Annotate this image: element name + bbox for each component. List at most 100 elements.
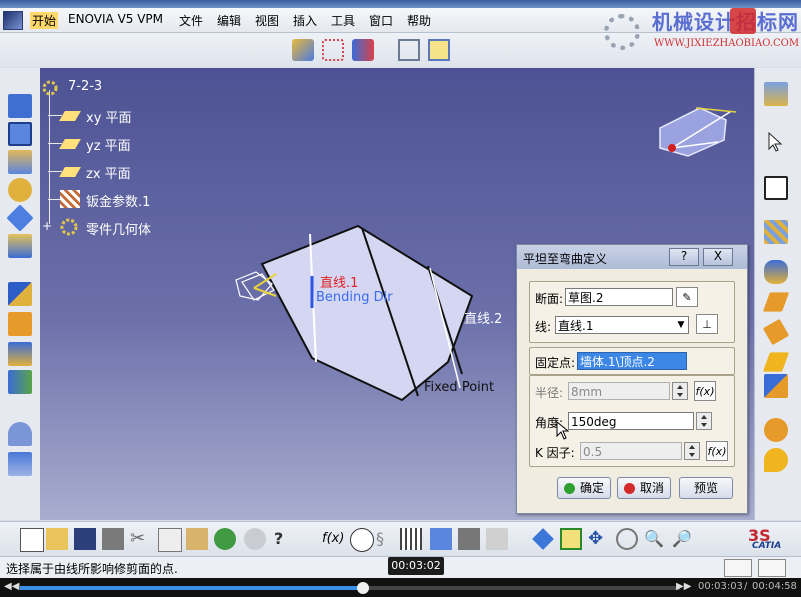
cut-icon[interactable]: ✂ <box>130 528 152 550</box>
rotate-icon[interactable] <box>616 528 638 550</box>
status-box-1[interactable] <box>724 559 752 577</box>
save-icon[interactable] <box>74 528 96 550</box>
menu-file[interactable]: 文件 <box>179 12 203 29</box>
menu-tools[interactable]: 工具 <box>331 12 355 29</box>
radius-formula-button[interactable]: f(x) <box>694 381 716 401</box>
dialog-titlebar[interactable]: 平坦至弯曲定义 ? X <box>517 245 747 269</box>
tear-drop-icon[interactable] <box>762 352 790 372</box>
tree-item-label: 钣金参数.1 <box>86 195 151 210</box>
measure-icon[interactable] <box>292 39 314 61</box>
catalog-browser-icon[interactable] <box>486 528 508 550</box>
expand-plus-icon[interactable]: + <box>42 220 52 232</box>
unfold-icon[interactable] <box>8 282 32 306</box>
menu-window[interactable]: 窗口 <box>369 12 393 29</box>
axis-select-icon[interactable]: ⊥ <box>696 314 718 334</box>
copy-icon[interactable] <box>158 528 182 552</box>
menu-enovia[interactable]: ENOVIA V5 VPM <box>68 12 163 26</box>
undo-icon[interactable] <box>214 528 236 550</box>
flat-to-bend-dialog: 平坦至弯曲定义 ? X 断面: 草图.2 ✎ 线: 直线.1 ▼ ⊥ 固定点: … <box>516 244 748 514</box>
recognize-icon[interactable] <box>764 260 788 284</box>
ok-button[interactable]: 确定 <box>557 477 611 499</box>
redo-icon[interactable] <box>244 528 266 550</box>
point-to-point-icon[interactable] <box>764 448 788 472</box>
catalog-icon[interactable] <box>428 39 450 61</box>
watermark-url: WWW.JIXIEZHAOBIAO.COM <box>654 38 800 49</box>
stamp-icon[interactable] <box>8 342 32 366</box>
menu-view[interactable]: 视图 <box>255 12 279 29</box>
formula-icon[interactable]: f(x) <box>322 528 344 550</box>
wall-icon[interactable] <box>8 94 32 118</box>
fly-icon[interactable] <box>532 528 554 550</box>
kfactor-field[interactable]: 0.5 <box>580 442 682 460</box>
sheetmetal-workbench-icon[interactable] <box>764 82 788 106</box>
catia-app-icon[interactable] <box>3 11 23 30</box>
zoom-in-icon[interactable]: 🔍 <box>644 528 666 550</box>
hem-icon[interactable] <box>762 318 790 346</box>
swept-flange-icon[interactable] <box>764 374 788 398</box>
sheetmetal-params-icon[interactable] <box>764 220 788 244</box>
kfactor-spinner[interactable] <box>684 442 700 460</box>
instantiate-icon[interactable] <box>430 528 452 550</box>
profile-group: 断面: 草图.2 ✎ 线: 直线.1 ▼ ⊥ <box>529 281 735 343</box>
radius-field[interactable]: 8mm <box>568 382 670 400</box>
menu-help[interactable]: 帮助 <box>407 12 431 29</box>
progress-knob[interactable] <box>357 582 370 594</box>
angle-field[interactable]: 150deg <box>568 412 694 430</box>
bend-icon[interactable] <box>8 150 32 174</box>
preview-button[interactable]: 预览 <box>679 477 733 499</box>
menu-start[interactable]: 开始 <box>30 12 59 29</box>
design-table-icon[interactable] <box>400 528 422 550</box>
knowledge-icon[interactable]: § <box>376 528 398 550</box>
cut-out-icon[interactable] <box>8 312 32 336</box>
watermark-brand: 机械设计招标网 WWW.JIXIEZHAOBIAO.COM <box>600 0 801 60</box>
pattern-icon[interactable] <box>322 39 344 61</box>
menu-edit[interactable]: 编辑 <box>217 12 241 29</box>
menu-insert[interactable]: 插入 <box>293 12 317 29</box>
profile-field[interactable]: 草图.2 <box>565 288 673 306</box>
zoom-out-icon[interactable]: 🔎 <box>672 528 694 550</box>
fixed-point-field[interactable]: 墙体.1\顶点.2 <box>577 352 687 370</box>
extrusion-icon[interactable] <box>8 178 32 202</box>
fast-forward-icon[interactable]: ▶▶ <box>676 581 691 592</box>
kfactor-formula-button[interactable]: f(x) <box>706 441 728 461</box>
chevron-down-icon[interactable]: ▼ <box>676 318 686 332</box>
gear-icon <box>604 14 640 50</box>
mirror-icon[interactable] <box>8 452 32 476</box>
open-folder-icon[interactable] <box>46 528 68 550</box>
help-button[interactable]: ? <box>669 248 699 266</box>
sketch-edit-icon[interactable]: ✎ <box>676 287 698 307</box>
status-box-2[interactable] <box>758 559 786 577</box>
corner-icon[interactable] <box>8 370 32 394</box>
whats-this-icon[interactable]: ? <box>274 528 296 550</box>
rolled-wall-icon[interactable] <box>8 234 32 258</box>
comment-icon[interactable] <box>350 528 374 552</box>
watermark-title: 机械设计招标网 <box>652 10 799 34</box>
lock-icon[interactable] <box>458 528 480 550</box>
paste-icon[interactable] <box>186 528 208 550</box>
tree-item-label: zx 平面 <box>86 167 131 182</box>
transformations-icon[interactable] <box>8 422 32 446</box>
seek-time-tooltip: 00:03:02 <box>388 557 444 575</box>
angle-spinner[interactable] <box>696 412 712 430</box>
fold-icon[interactable] <box>764 418 788 442</box>
hopper-icon[interactable] <box>6 204 34 232</box>
table-icon[interactable] <box>398 39 420 61</box>
new-file-icon[interactable] <box>20 528 44 552</box>
analysis-icon[interactable] <box>352 39 374 61</box>
fit-all-icon[interactable] <box>560 528 582 550</box>
flange-icon[interactable] <box>762 292 790 312</box>
cancel-button[interactable]: 取消 <box>617 477 671 499</box>
radius-spinner[interactable] <box>672 382 688 400</box>
fixed-point-label: Fixed Point <box>424 380 495 395</box>
print-icon[interactable] <box>102 528 124 550</box>
line-select[interactable]: 直线.1 <box>555 316 689 334</box>
close-button[interactable]: X <box>703 248 733 266</box>
progress-fill <box>20 586 364 590</box>
rewind-icon[interactable]: ◀◀ <box>4 581 19 592</box>
wall-on-edge-icon[interactable] <box>8 122 32 146</box>
sketcher-icon[interactable] <box>764 176 788 200</box>
select-arrow-icon[interactable] <box>764 130 788 154</box>
progress-track[interactable] <box>20 582 680 594</box>
pan-icon[interactable]: ✥ <box>588 528 610 550</box>
total-time: 00:04:58 <box>752 581 797 592</box>
